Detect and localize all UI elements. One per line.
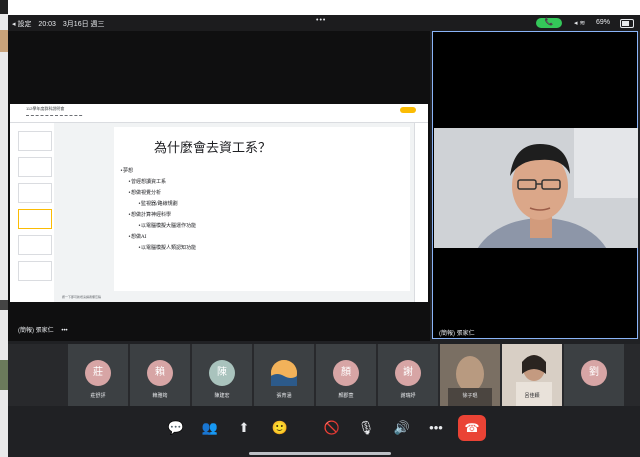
slide-bullet: •曾經想讀資工系 — [128, 179, 166, 185]
left-edge-strip — [0, 0, 8, 457]
slide-bullet: •想做視覺分析 — [128, 190, 161, 196]
participants-strip: 莊 莊舒評 賴 賴雅筠 陳 陳建宏 張育涵 顏 顏郡萱 謝 謝瑞妤 徐子琨 呂佳… — [8, 344, 640, 406]
more-options-icon[interactable]: ••• — [426, 418, 446, 438]
avatar: 顏 — [333, 360, 359, 386]
presenter-name: (簡報) 張家仁 ••• — [18, 325, 68, 334]
participant-name: 莊舒評 — [90, 393, 106, 399]
avatar: 莊 — [85, 360, 111, 386]
participant-tile[interactable]: 劉 — [564, 344, 624, 406]
speaker-video-image — [434, 128, 638, 248]
slides-toolbar: 112學年度群科說明會 ▬ ▬ ▬ ▬ ▬ ▬ ▬ ▬ ▬ ▬ ▬ ▬ — [10, 104, 428, 123]
more-options-icon[interactable]: ••• — [61, 328, 67, 334]
participant-tile-video[interactable]: 呂佳穎 — [502, 344, 562, 406]
participant-tile[interactable]: 謝 謝瑞妤 — [378, 344, 438, 406]
avatar: 謝 — [395, 360, 421, 386]
landscape-avatar-image — [271, 360, 297, 386]
people-icon[interactable]: 👥 — [200, 418, 220, 438]
participant-name: 顏郡萱 — [338, 393, 354, 399]
back-link[interactable]: ◂ 設定 — [12, 21, 31, 28]
shared-screen: 112學年度群科說明會 ▬ ▬ ▬ ▬ ▬ ▬ ▬ ▬ ▬ ▬ ▬ ▬ 為什麼會… — [10, 104, 428, 302]
participant-name: 賴雅筠 — [152, 393, 168, 399]
slide-thumbnails — [10, 123, 55, 302]
chat-icon[interactable]: 💬 — [166, 418, 186, 438]
slide-canvas: 為什麼會去資工系？ •夢想 •曾經想讀資工系 •想做視覺分析 •監視器/路線規劃… — [54, 123, 414, 302]
status-bar: ◂ 設定 20:03 3月16日 週三 ••• 📞 69% ◂ ≋ — [8, 15, 640, 31]
control-bar: 💬 👥 ⬆ 🙂 🚫 🎙 🔊 ••• ☎ — [8, 406, 640, 457]
status-time: 20:03 — [38, 21, 56, 28]
participant-name: 謝瑞妤 — [400, 393, 416, 399]
speaker-icon[interactable]: 🔊 — [392, 418, 412, 438]
doc-title: 112學年度群科說明會 — [26, 106, 65, 111]
participant-tile-video[interactable]: 徐子琨 — [440, 344, 500, 406]
home-indicator[interactable] — [249, 452, 391, 455]
slide-thumbnail — [18, 183, 52, 203]
avatar: 賴 — [147, 360, 173, 386]
speaker-notes: 按一下即可新增演講者備忘稿 — [62, 295, 102, 299]
avatar — [271, 360, 297, 386]
presenter-name-label: (簡報) 張家仁 — [18, 328, 54, 334]
reactions-icon[interactable]: 🙂 — [270, 418, 290, 438]
slide-bullet: •想做AI — [128, 234, 147, 240]
slide-bullet: •夢想 — [120, 168, 133, 174]
participant-tile[interactable]: 陳 陳建宏 — [192, 344, 252, 406]
status-battery-text: 69% — [596, 19, 611, 26]
participant-name: 張育涵 — [276, 393, 292, 399]
multitask-dots[interactable]: ••• — [316, 17, 326, 24]
status-date: 3月16日 週三 — [62, 21, 105, 28]
avatar: 陳 — [209, 360, 235, 386]
meet-screen: ◂ 設定 20:03 3月16日 週三 ••• 📞 69% ◂ ≋ 112學年度… — [8, 15, 640, 457]
camera-off-icon[interactable]: 🚫 — [322, 418, 342, 438]
speaker-tile[interactable]: (簡報) 張家仁 — [432, 31, 638, 339]
mic-off-icon[interactable]: 🎙 — [356, 418, 376, 438]
slide-bullet: •想做計算神經科學 — [128, 212, 171, 218]
participant-tile[interactable]: 賴 賴雅筠 — [130, 344, 190, 406]
slide: 為什麼會去資工系？ •夢想 •曾經想讀資工系 •想做視覺分析 •監視器/路線規劃… — [114, 127, 410, 291]
slides-side-panel — [414, 123, 428, 302]
participant-name: 徐子琨 — [462, 393, 478, 399]
battery-icon — [620, 19, 634, 28]
presentation-tile[interactable]: 112學年度群科說明會 ▬ ▬ ▬ ▬ ▬ ▬ ▬ ▬ ▬ ▬ ▬ ▬ 為什麼會… — [8, 31, 430, 341]
slide-thumbnail — [18, 261, 52, 281]
participant-tile[interactable]: 張育涵 — [254, 344, 314, 406]
slide-thumbnail — [18, 235, 52, 255]
slide-bullet: •以電腦模擬人類認知功能 — [138, 245, 196, 251]
active-call-pill[interactable]: 📞 — [536, 18, 562, 28]
signal-icon: ◂ ≋ — [574, 20, 586, 27]
slides-share-button — [400, 107, 416, 113]
speaker-name: (簡報) 張家仁 — [439, 331, 475, 337]
participant-tile[interactable]: 莊 莊舒評 — [68, 344, 128, 406]
slide-bullet: •以電腦模擬大腦運作功能 — [138, 223, 196, 229]
participant-name: 呂佳穎 — [524, 393, 540, 399]
slide-thumbnail — [18, 131, 52, 151]
speaker-video — [434, 128, 638, 248]
present-screen-icon[interactable]: ⬆ — [234, 418, 254, 438]
slide-bullet: •監視器/路線規劃 — [138, 201, 178, 207]
participant-name: 陳建宏 — [214, 393, 230, 399]
avatar: 劉 — [581, 360, 607, 386]
slide-thumbnail — [18, 157, 52, 177]
status-left[interactable]: ◂ 設定 20:03 3月16日 週三 — [12, 19, 105, 29]
slides-menu: ▬ ▬ ▬ ▬ ▬ ▬ ▬ ▬ ▬ ▬ ▬ ▬ — [26, 113, 83, 117]
participant-tile[interactable]: 顏 顏郡萱 — [316, 344, 376, 406]
end-call-button[interactable]: ☎ — [458, 415, 486, 441]
slide-title: 為什麼會去資工系？ — [154, 141, 272, 156]
slide-thumbnail-selected — [18, 209, 52, 229]
